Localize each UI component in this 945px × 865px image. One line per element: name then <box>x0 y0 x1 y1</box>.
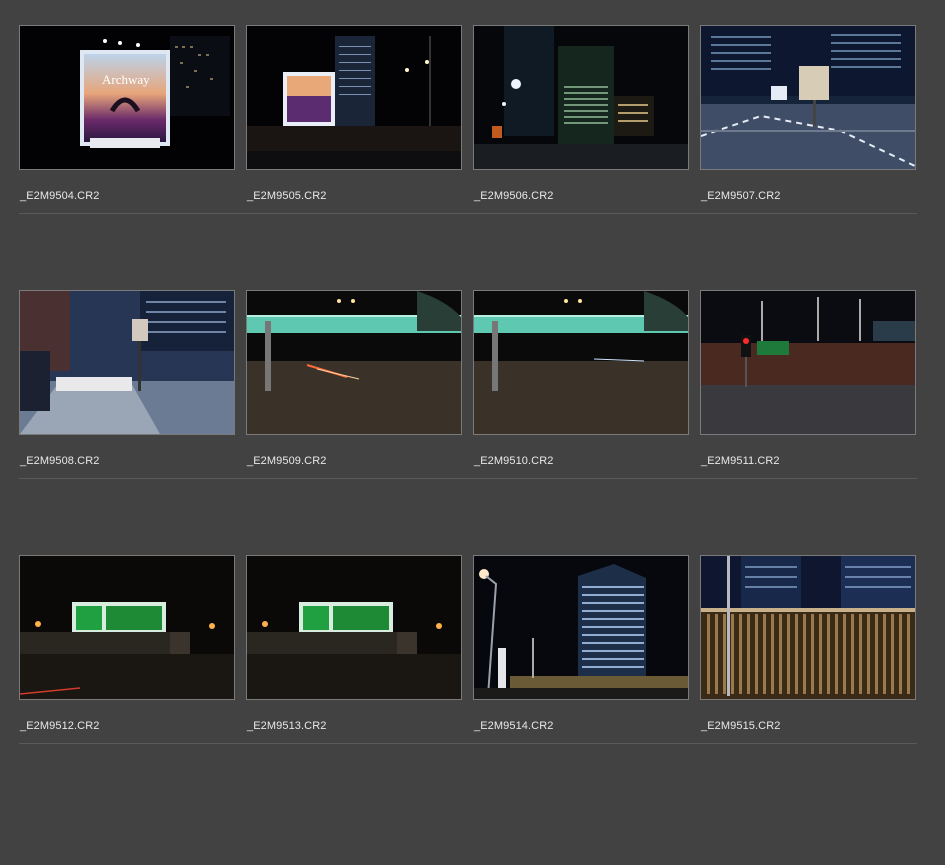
filename-label: _E2M9508.CR2 <box>20 455 100 467</box>
photo-green-road-sign <box>20 556 234 699</box>
filename-label: _E2M9507.CR2 <box>701 190 781 202</box>
filename-label: _E2M9504.CR2 <box>20 190 100 202</box>
photo-bridge-road-2 <box>474 291 688 434</box>
filename-label: _E2M9511.CR2 <box>701 455 780 467</box>
photo-thumbnail[interactable] <box>19 290 235 435</box>
photo-thumbnail[interactable] <box>246 555 462 700</box>
filename-label: _E2M9512.CR2 <box>20 720 100 732</box>
filename-label: _E2M9505.CR2 <box>247 190 327 202</box>
filename-label: _E2M9509.CR2 <box>247 455 327 467</box>
photo-thumbnail[interactable] <box>700 290 916 435</box>
photo-thumbnail[interactable] <box>700 25 916 170</box>
filename-label: _E2M9513.CR2 <box>247 720 327 732</box>
photo-green-road-sign-2 <box>247 556 461 699</box>
photo-billboard-street <box>247 26 461 169</box>
filename-label: _E2M9515.CR2 <box>701 720 781 732</box>
filename-label: _E2M9506.CR2 <box>474 190 554 202</box>
billboard-text: Archway <box>102 72 150 87</box>
photo-junction-sign <box>701 26 915 169</box>
photo-traffic-light <box>701 291 915 434</box>
photo-towers-street <box>474 26 688 169</box>
photo-thumbnail[interactable] <box>700 555 916 700</box>
photo-thumbnail[interactable] <box>473 25 689 170</box>
photo-bridge-road <box>247 291 461 434</box>
row-divider <box>19 478 917 479</box>
photo-fence-towers <box>701 556 915 699</box>
row-divider <box>19 743 917 744</box>
photo-thumbnail[interactable] <box>246 290 462 435</box>
photo-pavement-barriers <box>20 291 234 434</box>
photo-thumbnail[interactable] <box>473 555 689 700</box>
filename-label: _E2M9514.CR2 <box>474 720 554 732</box>
photo-tower-streetlight <box>474 556 688 699</box>
photo-thumbnail[interactable] <box>19 555 235 700</box>
photo-thumbnail[interactable] <box>246 25 462 170</box>
photo-thumbnail[interactable] <box>473 290 689 435</box>
filename-label: _E2M9510.CR2 <box>474 455 554 467</box>
photo-thumbnail[interactable]: Archway <box>19 25 235 170</box>
row-divider <box>19 213 917 214</box>
photo-billboard-archway: Archway <box>20 26 234 169</box>
